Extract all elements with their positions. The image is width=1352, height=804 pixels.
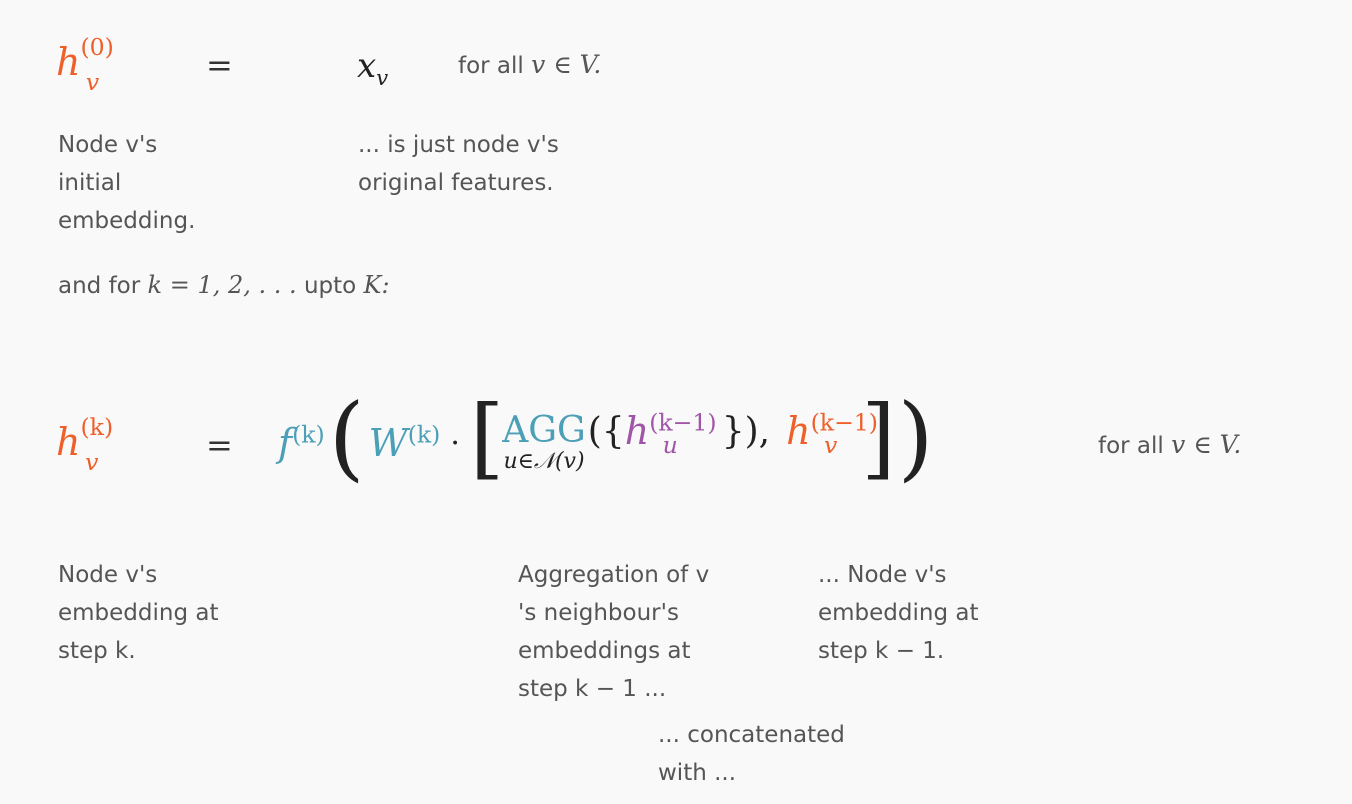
hv-letter: h [786, 409, 811, 453]
W-term: W(k) [369, 421, 441, 465]
step-lhs-sub: v [85, 447, 99, 476]
loop-math: k = 1, 2, . . . [147, 271, 297, 299]
f-letter: f [278, 421, 293, 465]
base-rhs: xv [357, 46, 388, 88]
step-rhs: f(k) ( W(k) · [ AGG u∈𝒩(v) ({ h(k−1)u })… [278, 384, 934, 498]
right-paren: ) [897, 383, 934, 491]
base-lhs: h(0) v [56, 36, 127, 94]
base-lhs-letter: h [56, 40, 81, 84]
dot-operator: · [450, 425, 460, 461]
base-lhs-sub: v [85, 67, 100, 96]
hu-letter: h [624, 409, 650, 453]
base-forall-math: v ∈ V. [531, 50, 602, 79]
ann-line: 's neighbour's [518, 600, 679, 626]
hu-term: h(k−1)u [624, 408, 732, 456]
base-forall: for all v ∈ V. [458, 50, 601, 79]
ann-line: ... Node v's [818, 562, 947, 588]
close-set: }), [721, 410, 771, 452]
loop-text: and for [58, 273, 141, 299]
f-term: f(k) [278, 421, 325, 465]
ann-line: original features. [358, 170, 554, 196]
ann-line: Node v's [58, 562, 158, 588]
step-annotation-prev: ... Node v's embedding at step k − 1. [818, 556, 979, 670]
open-set: ({ [587, 410, 625, 452]
left-bracket: [ [469, 385, 505, 489]
ann-line: with ... [658, 760, 737, 786]
ann-line: Node v's [58, 132, 158, 158]
base-annotation-right: ... is just node v's original features. [358, 126, 559, 202]
loop-line: and for k = 1, 2, . . . upto K: [58, 266, 390, 305]
ann-line: embeddings at [518, 638, 691, 664]
base-forall-text: for all [458, 53, 524, 79]
W-letter: W [368, 421, 408, 465]
base-lhs-sup: (0) [80, 33, 114, 62]
hu-sup: (k−1) [649, 408, 717, 437]
step-equals: = [206, 426, 233, 464]
ann-line: step k. [58, 638, 136, 664]
base-rhs-letter: x [357, 46, 377, 86]
step-lhs-letter: h [56, 420, 81, 464]
ann-line: ... concatenated [658, 722, 845, 748]
step-forall-math: v ∈ V. [1171, 430, 1242, 459]
ann-line: embedding at [58, 600, 219, 626]
agg-block: AGG u∈𝒩(v) [502, 413, 586, 473]
ann-line: embedding. [58, 208, 196, 234]
ann-line: Aggregation of v [518, 562, 710, 588]
step-lhs-sup: (k) [80, 413, 114, 442]
ann-line: initial [58, 170, 122, 196]
step-forall: for all v ∈ V. [1098, 430, 1241, 459]
f-sup: (k) [292, 420, 325, 449]
loop-upto: upto [303, 273, 357, 299]
step-lhs: h(k) v [56, 416, 126, 474]
step-forall-text: for all [1098, 433, 1164, 459]
agg-operator: AGG [502, 410, 586, 451]
W-sup: (k) [407, 420, 441, 449]
ann-line: step k − 1. [818, 638, 945, 664]
ann-line: step k − 1 ... [518, 676, 667, 702]
ann-line: embedding at [818, 600, 979, 626]
base-equals: = [206, 46, 233, 84]
hv-sub: v [823, 430, 838, 459]
right-bracket: ] [861, 385, 896, 489]
agg-subscript: u∈𝒩(v) [503, 449, 585, 474]
step-annotation-agg: Aggregation of v 's neighbour's embeddin… [518, 556, 709, 708]
left-paren: ( [328, 383, 365, 491]
ann-line: ... is just node v's [358, 132, 559, 158]
base-annotation-left: Node v's initial embedding. [58, 126, 195, 240]
base-rhs-sub: v [376, 64, 389, 90]
loop-K: K: [363, 271, 390, 299]
step-annotation-concat: ... concatenated with ... [658, 716, 845, 792]
hu-sub: u [662, 430, 678, 459]
step-annotation-left: Node v's embedding at step k. [58, 556, 219, 670]
